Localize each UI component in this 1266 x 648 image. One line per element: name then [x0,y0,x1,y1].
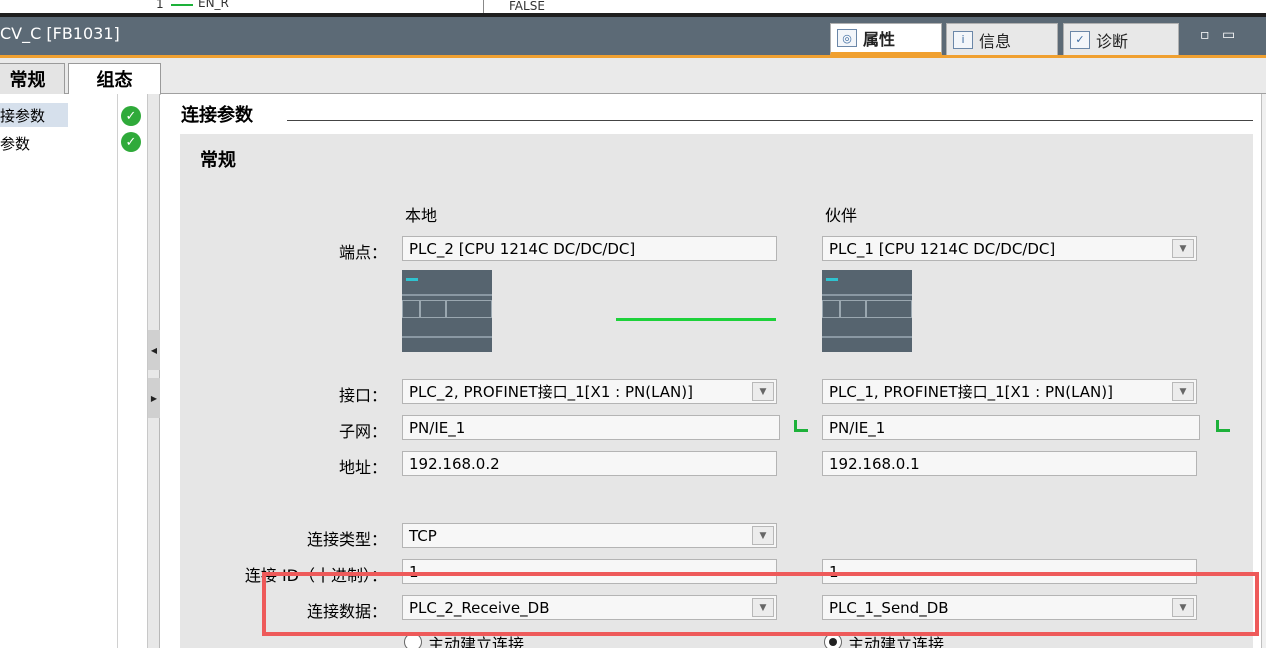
editor-strip: 1 EN_R FALSE [0,0,1266,14]
local-plc-image [402,270,492,352]
left-nav [0,94,118,648]
local-column-header: 本地 [405,206,438,225]
chevron-down-icon[interactable]: ▼ [752,382,774,401]
partner-interface-value: PLC_1, PROFINET接口_1[X1 : PN(LAN)] [829,383,1113,401]
local-subnet-value: PN/IE_1 [409,418,466,437]
endpoint-label: 端点： [338,243,387,262]
partner-endpoint-select[interactable]: PLC_1 [CPU 1214C DC/DC/DC] ▼ [822,236,1197,261]
connection-type-select[interactable]: TCP ▼ [402,523,777,548]
partner-address-field[interactable]: 192.168.0.1 [822,451,1197,476]
chevron-down-icon[interactable]: ▼ [752,526,774,545]
nav-item-block-params[interactable]: 块参数 [0,131,118,155]
check-circle-icon: ✓ [121,132,141,152]
partner-plc-image [822,270,912,352]
interface-label: 接口： [338,386,387,405]
address-label: 地址： [338,458,387,477]
tab-properties-label: 属性 [863,30,896,49]
local-subnet-field[interactable]: PN/IE_1 [402,415,780,440]
chevron-down-icon[interactable]: ▼ [1172,382,1194,401]
local-endpoint-value: PLC_2 [CPU 1214C DC/DC/DC] [409,239,636,258]
vertical-scrollbar[interactable] [1261,94,1266,648]
nav-item-label: 块参数 [0,134,31,153]
chevron-down-icon[interactable]: ▼ [1172,239,1194,258]
section-rule [287,120,1253,121]
en-pin-label: EN_R [198,0,229,10]
section-title: 连接参数 [181,105,253,126]
highlight-annotation [262,572,1259,636]
partner-endpoint-value: PLC_1 [CPU 1214C DC/DC/DC] [829,239,1056,258]
group-title: 常规 [200,150,236,171]
partner-subnet-field[interactable]: PN/IE_1 [822,415,1200,440]
nav-item-connection-params[interactable]: 连接参数 [0,103,68,127]
tab-properties[interactable]: ◎ 属性 [830,23,942,55]
partner-column-header: 伙伴 [825,206,858,225]
partner-subnet-value: PN/IE_1 [829,418,886,437]
tab-diagnostics[interactable]: ✓ 诊断 [1063,23,1179,55]
local-interface-select[interactable]: PLC_2, PROFINET接口_1[X1 : PN(LAN)] ▼ [402,379,777,404]
inspector-title: CV_C [FB1031] [0,24,120,43]
local-interface-value: PLC_2, PROFINET接口_1[X1 : PN(LAN)] [409,383,693,401]
properties-icon: ◎ [837,29,857,47]
connection-type-value: TCP [409,526,437,545]
partner-address-value: 192.168.0.1 [829,454,920,473]
connection-line [616,318,776,321]
tab-diagnostics-label: 诊断 [1096,31,1129,51]
tab-configuration[interactable]: 组态 [68,63,161,95]
diagnostics-icon: ✓ [1070,30,1090,49]
nav-item-label: 连接参数 [0,106,46,125]
tab-info-label: 信息 [979,31,1012,51]
network-link-icon [792,420,808,432]
subnet-label: 子网： [338,422,387,441]
tab-general[interactable]: 常规 [0,63,65,94]
check-circle-icon: ✓ [121,106,141,126]
tab-info[interactable]: i 信息 [946,23,1058,55]
local-address-field[interactable]: 192.168.0.2 [402,451,777,476]
network-link-icon [1214,420,1230,432]
local-endpoint-field[interactable]: PLC_2 [CPU 1214C DC/DC/DC] [402,236,777,261]
left-nav-status-column [118,94,148,648]
partner-interface-select[interactable]: PLC_1, PROFINET接口_1[X1 : PN(LAN)] ▼ [822,379,1197,404]
info-icon: i [953,30,973,49]
expand-right-icon[interactable]: ▶ [148,378,160,418]
subtab-row [0,58,1266,94]
window-controls[interactable]: ▫ ▭ [1200,27,1239,43]
collapse-left-icon[interactable]: ◀ [148,330,160,370]
editor-divider [483,0,484,14]
splitter[interactable] [148,94,160,648]
false-value: FALSE [509,0,545,13]
connection-type-label: 连接类型： [306,530,387,549]
line-number: 1 [156,0,164,11]
local-address-value: 192.168.0.2 [409,454,500,473]
wire-icon [171,4,193,6]
